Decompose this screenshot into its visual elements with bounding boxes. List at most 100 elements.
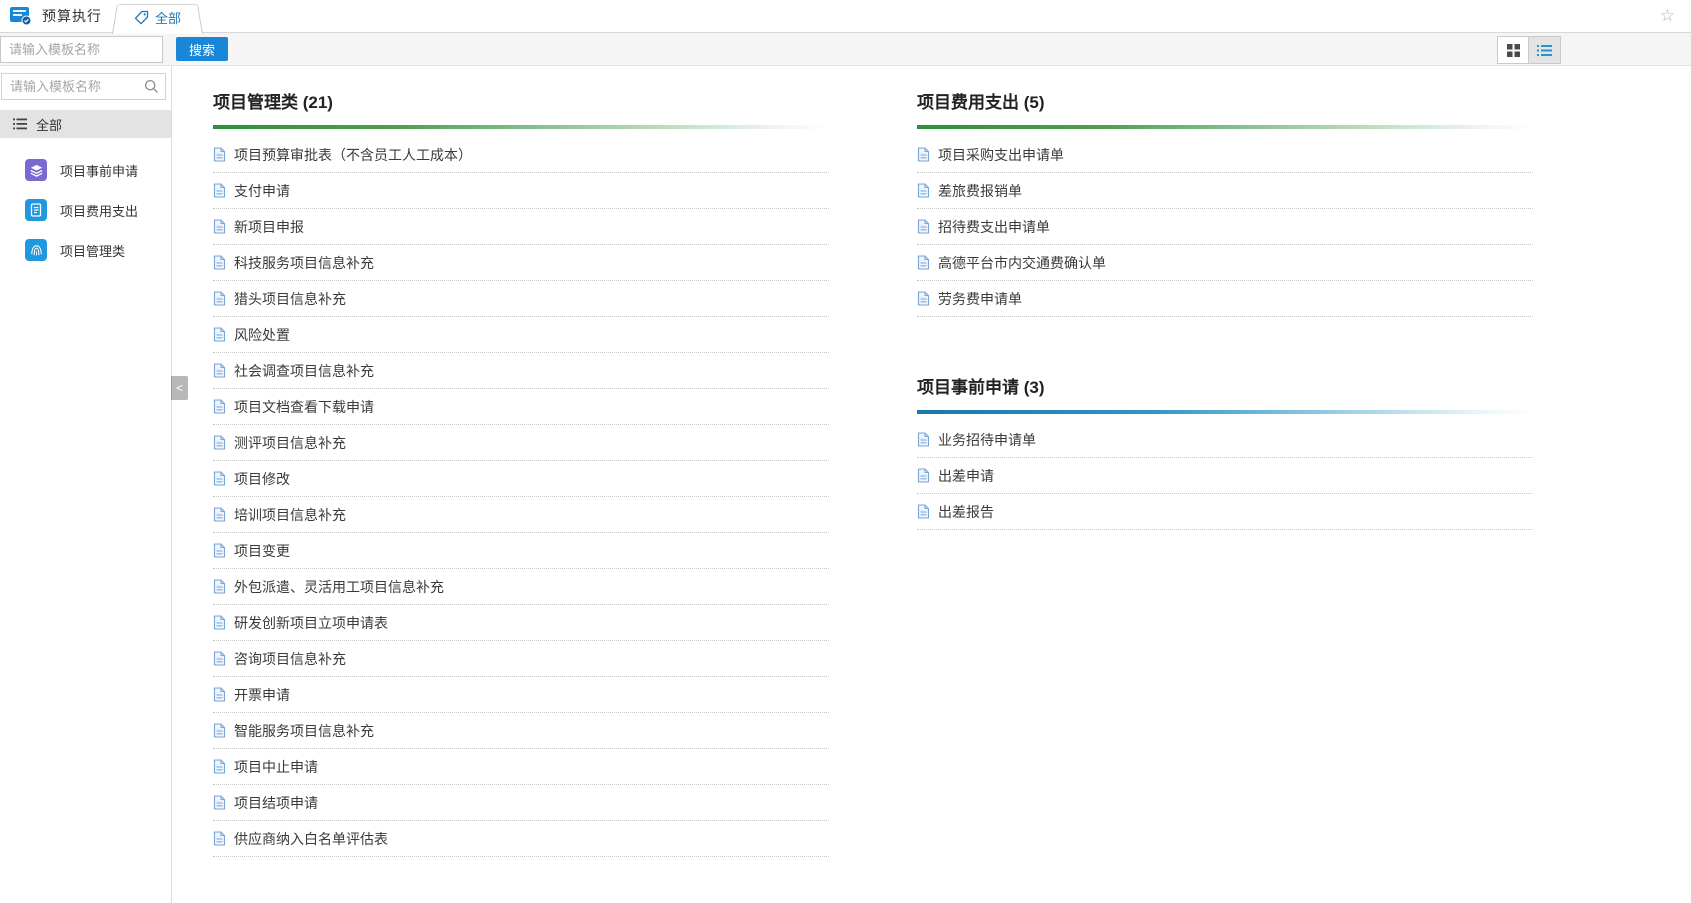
document-outline-icon xyxy=(917,468,930,483)
template-list: 业务招待申请单 出 xyxy=(917,422,1533,530)
document-outline-icon xyxy=(213,795,226,810)
template-list-item[interactable]: 高德平台市内交通费确认单 xyxy=(917,245,1533,281)
template-list-item[interactable]: 风险处置 xyxy=(213,317,829,353)
section-accent-bar xyxy=(917,125,1533,129)
document-outline-icon xyxy=(213,291,226,306)
template-name: 社会调查项目信息补充 xyxy=(234,361,374,381)
layers-icon xyxy=(25,159,47,181)
template-name: 供应商纳入白名单评估表 xyxy=(234,829,388,849)
template-list-item[interactable]: 项目中止申请 xyxy=(213,749,829,785)
section-accent-bar xyxy=(917,410,1533,414)
template-search-input[interactable] xyxy=(0,36,163,63)
template-list-item[interactable]: 招待费支出申请单 xyxy=(917,209,1533,245)
template-list-item[interactable]: 猎头项目信息补充 xyxy=(213,281,829,317)
template-name: 项目结项申请 xyxy=(234,793,318,813)
left-column: 项目管理类 (21) xyxy=(213,80,829,903)
tag-icon xyxy=(134,10,149,25)
section-title: 项目费用支出 (5) xyxy=(917,80,1533,125)
list-view-button[interactable] xyxy=(1529,37,1560,63)
document-outline-icon xyxy=(213,219,226,234)
template-list-item[interactable]: 开票申请 xyxy=(213,677,829,713)
template-list-item[interactable]: 外包派遣、灵活用工项目信息补充 xyxy=(213,569,829,605)
main-content: 项目管理类 (21) xyxy=(172,66,1691,903)
sidebar-item-management[interactable]: 项目管理类 xyxy=(0,230,171,270)
document-outline-icon xyxy=(917,147,930,162)
template-name: 差旅费报销单 xyxy=(938,181,1022,201)
document-outline-icon xyxy=(213,255,226,270)
template-name: 招待费支出申请单 xyxy=(938,217,1050,237)
app-brand: 预算执行 xyxy=(9,5,102,26)
template-list-item[interactable]: 项目结项申请 xyxy=(213,785,829,821)
template-name: 项目采购支出申请单 xyxy=(938,145,1064,165)
template-list-item[interactable]: 差旅费报销单 xyxy=(917,173,1533,209)
sidebar: 全部 项目事前申请 xyxy=(0,66,172,903)
template-name: 项目修改 xyxy=(234,469,290,489)
document-outline-icon xyxy=(917,255,930,270)
tab-all[interactable]: 全部 xyxy=(118,0,197,34)
sidebar-category-label: 项目事前申请 xyxy=(60,161,138,180)
template-name: 培训项目信息补充 xyxy=(234,505,346,525)
sidebar-item-all[interactable]: 全部 xyxy=(0,110,171,138)
sidebar-item-pre-apply[interactable]: 项目事前申请 xyxy=(0,150,171,190)
template-name: 风险处置 xyxy=(234,325,290,345)
template-list-item[interactable]: 科技服务项目信息补充 xyxy=(213,245,829,281)
search-button[interactable]: 搜索 xyxy=(176,37,228,61)
template-list-item[interactable]: 项目修改 xyxy=(213,461,829,497)
template-list-item[interactable]: 新项目申报 xyxy=(213,209,829,245)
template-name: 新项目申报 xyxy=(234,217,304,237)
template-name: 高德平台市内交通费确认单 xyxy=(938,253,1106,273)
sidebar-category-label: 项目费用支出 xyxy=(60,201,138,220)
template-list-item[interactable]: 出差报告 xyxy=(917,494,1533,530)
template-name: 科技服务项目信息补充 xyxy=(234,253,374,273)
sidebar-item-expense[interactable]: 项目费用支出 xyxy=(0,190,171,230)
sidebar-category-label: 项目管理类 xyxy=(60,241,125,260)
fingerprint-icon xyxy=(25,239,47,261)
right-column: 项目费用支出 (5) xyxy=(917,80,1533,903)
document-outline-icon xyxy=(213,543,226,558)
top-header: 预算执行 全部 ☆ xyxy=(0,0,1691,33)
document-outline-icon xyxy=(213,147,226,162)
document-outline-icon xyxy=(917,432,930,447)
template-list-item[interactable]: 项目采购支出申请单 xyxy=(917,137,1533,173)
view-toggle xyxy=(1497,36,1561,64)
template-list-item[interactable]: 项目文档查看下载申请 xyxy=(213,389,829,425)
template-list-item[interactable]: 项目预算审批表（不含员工人工成本） xyxy=(213,137,829,173)
grid-view-button[interactable] xyxy=(1498,37,1529,63)
template-list-item[interactable]: 研发创新项目立项申请表 xyxy=(213,605,829,641)
sidebar-all-label: 全部 xyxy=(36,115,62,134)
document-outline-icon xyxy=(213,471,226,486)
template-list-item[interactable]: 培训项目信息补充 xyxy=(213,497,829,533)
template-name: 测评项目信息补充 xyxy=(234,433,346,453)
app-title: 预算执行 xyxy=(42,6,102,26)
template-name: 劳务费申请单 xyxy=(938,289,1022,309)
document-outline-icon xyxy=(213,831,226,846)
section-expense: 项目费用支出 (5) xyxy=(917,80,1533,317)
magnifier-icon xyxy=(144,79,159,99)
template-list-item[interactable]: 业务招待申请单 xyxy=(917,422,1533,458)
grid-icon xyxy=(1507,44,1520,57)
template-list-item[interactable]: 供应商纳入白名单评估表 xyxy=(213,821,829,857)
template-list-item[interactable]: 咨询项目信息补充 xyxy=(213,641,829,677)
sidebar-search-input[interactable] xyxy=(1,73,166,100)
template-list-item[interactable]: 社会调查项目信息补充 xyxy=(213,353,829,389)
document-outline-icon xyxy=(213,723,226,738)
star-favorite-icon[interactable]: ☆ xyxy=(1660,6,1675,26)
template-list-item[interactable]: 项目变更 xyxy=(213,533,829,569)
template-list-item[interactable]: 测评项目信息补充 xyxy=(213,425,829,461)
template-list-item[interactable]: 劳务费申请单 xyxy=(917,281,1533,317)
template-list: 项目采购支出申请单 xyxy=(917,137,1533,317)
template-list-item[interactable]: 智能服务项目信息补充 xyxy=(213,713,829,749)
section-accent-bar xyxy=(213,125,829,129)
template-name: 出差申请 xyxy=(938,466,994,486)
document-outline-icon xyxy=(213,363,226,378)
search-toolbar: 搜索 xyxy=(0,33,1691,66)
tab-all-label: 全部 xyxy=(155,8,181,27)
template-name: 开票申请 xyxy=(234,685,290,705)
sidebar-collapse-handle[interactable]: < xyxy=(171,376,188,400)
template-list-item[interactable]: 支付申请 xyxy=(213,173,829,209)
document-outline-icon xyxy=(213,507,226,522)
template-name: 项目预算审批表（不含员工人工成本） xyxy=(234,145,472,165)
template-name: 猎头项目信息补充 xyxy=(234,289,346,309)
template-name: 支付申请 xyxy=(234,181,290,201)
template-list-item[interactable]: 出差申请 xyxy=(917,458,1533,494)
